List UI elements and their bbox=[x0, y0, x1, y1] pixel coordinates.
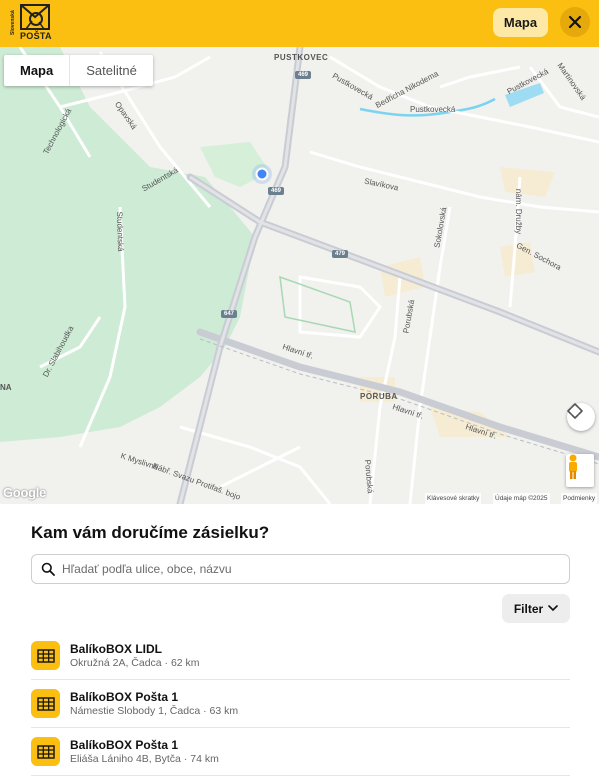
list-item-name: BalíkoBOX Pošta 1 bbox=[70, 738, 179, 752]
list-item[interactable]: BalíkoBOX Pošta 1 Eliáša Lániho 4B, Bytč… bbox=[31, 728, 570, 776]
list-item-name: BalíkoBOX LIDL bbox=[70, 642, 163, 656]
page-title: Kam vám doručíme zásielku? bbox=[31, 523, 270, 542]
logo-side-text: Slovenská bbox=[10, 10, 16, 36]
envelope-logo-icon bbox=[20, 4, 50, 30]
parcel-box-icon bbox=[31, 737, 60, 766]
pegman-icon bbox=[569, 454, 577, 479]
street-view-pegman[interactable] bbox=[566, 454, 594, 487]
map-label: Pustkovecká bbox=[410, 105, 456, 114]
list-item[interactable]: BalíkoBOX LIDL Okružná 2A, Čadca · 62 km bbox=[31, 632, 570, 680]
tab-map[interactable]: Mapa bbox=[4, 55, 69, 86]
road-shield: 469 bbox=[295, 71, 312, 79]
map-canvas[interactable]: Mapa Satelitné PUSTKOVEC Bedřicha Nikode… bbox=[0, 47, 599, 504]
map-label: PORUBA bbox=[360, 392, 398, 401]
road-shield: 479 bbox=[332, 250, 349, 258]
filter-label: Filter bbox=[513, 601, 544, 616]
keyboard-shortcuts-link[interactable]: Klávesové skratky bbox=[425, 493, 482, 504]
google-logo: Google bbox=[3, 485, 46, 500]
map-type-control: Mapa Satelitné bbox=[4, 55, 153, 86]
parcel-box-icon bbox=[31, 689, 60, 718]
move-arrows-icon bbox=[567, 403, 583, 419]
search-input[interactable] bbox=[62, 555, 562, 583]
road-shield: 647 bbox=[221, 310, 238, 318]
results-list: BalíkoBOX LIDL Okružná 2A, Čadca · 62 km… bbox=[31, 632, 570, 776]
list-item-name: BalíkoBOX Pošta 1 bbox=[70, 690, 179, 704]
beige-area bbox=[500, 167, 555, 197]
slovenska-posta-logo[interactable]: Slovenská POŠTA bbox=[9, 4, 53, 42]
map-camera-control[interactable] bbox=[567, 403, 595, 431]
map-data-attribution: Údaje máp ©2025 bbox=[493, 493, 550, 504]
terms-link[interactable]: Podmienky bbox=[561, 493, 598, 504]
map-view-button[interactable]: Mapa bbox=[493, 8, 548, 37]
my-location-dot bbox=[255, 167, 269, 181]
close-button[interactable] bbox=[560, 7, 590, 37]
tab-satellite[interactable]: Satelitné bbox=[69, 55, 153, 86]
road-shield: 469 bbox=[268, 187, 285, 195]
logo-text: POŠTA bbox=[20, 31, 52, 41]
map-label: NA bbox=[0, 383, 12, 392]
close-icon bbox=[568, 15, 582, 29]
top-bar: Slovenská POŠTA Mapa bbox=[0, 0, 599, 47]
filter-button[interactable]: Filter bbox=[502, 594, 570, 623]
list-item-detail: Eliáša Lániho 4B, Bytča · 74 km bbox=[70, 753, 219, 765]
search-icon bbox=[41, 562, 55, 576]
map-graphic bbox=[0, 47, 599, 504]
map-label: nám. Družby bbox=[514, 188, 524, 235]
list-item-detail: Okružná 2A, Čadca · 62 km bbox=[70, 657, 200, 669]
map-label: PUSTKOVEC bbox=[274, 53, 329, 62]
map-label: Studentská bbox=[114, 211, 126, 252]
parcel-box-icon bbox=[31, 641, 60, 670]
park-area bbox=[0, 47, 255, 442]
chevron-down-icon bbox=[548, 605, 558, 612]
list-item-detail: Námestie Slobody 1, Čadca · 63 km bbox=[70, 705, 239, 717]
list-item[interactable]: BalíkoBOX Pošta 1 Námestie Slobody 1, Ča… bbox=[31, 680, 570, 728]
search-field[interactable] bbox=[31, 554, 570, 584]
